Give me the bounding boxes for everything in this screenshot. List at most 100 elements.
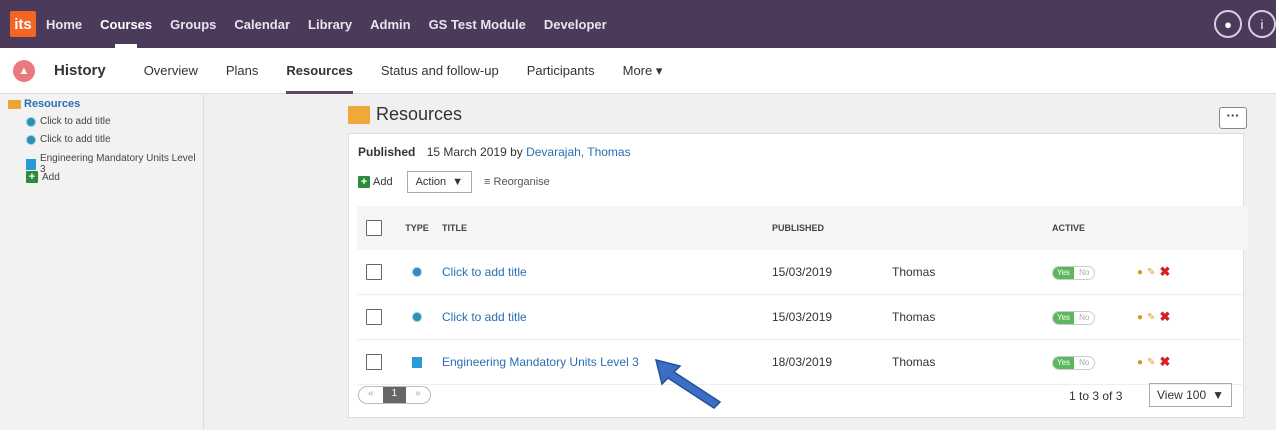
toolbar: + Add Action ▼ ≡ Reorganise [358, 171, 550, 193]
edit-icon[interactable]: ✎ [1147, 357, 1155, 368]
lock-icon[interactable]: ● [1137, 267, 1143, 278]
tab-status-and-follow-up[interactable]: Status and follow-up [381, 48, 499, 94]
tab-overview[interactable]: Overview [144, 48, 198, 94]
top-nav: its Home Courses Groups Calendar Library… [0, 0, 1276, 48]
active-toggle[interactable]: Yes No [1052, 356, 1096, 370]
tab-plans[interactable]: Plans [226, 48, 259, 94]
edit-icon[interactable]: ✎ [1147, 267, 1155, 278]
row-user: Thomas [892, 355, 936, 369]
active-toggle[interactable]: Yes No [1052, 311, 1096, 325]
user-info-icon[interactable]: i [1248, 10, 1276, 38]
caret-down-icon: ▼ [1212, 388, 1225, 402]
more-options-button[interactable]: ··· [1219, 107, 1247, 129]
caret-down-icon: ▼ [452, 176, 464, 188]
tab-resources[interactable]: Resources [286, 48, 354, 94]
resource-icon [412, 267, 422, 277]
notification-bell-icon[interactable]: ● [1214, 10, 1242, 38]
row-checkbox[interactable] [366, 354, 382, 370]
resource-icon [26, 116, 36, 127]
page-title: Resources [376, 104, 463, 124]
row-published: 18/03/2019 [772, 355, 833, 369]
course-subnav: ▲ History Overview Plans Resources Statu… [0, 48, 1276, 94]
row-checkbox[interactable] [366, 264, 382, 280]
tree-add[interactable]: + Add [26, 171, 60, 183]
nav-library[interactable]: Library [308, 0, 352, 48]
toggle-yes: Yes [1053, 312, 1075, 324]
main-content: Resources ··· Published 15 March 2019 by… [205, 95, 1276, 430]
view-label: View 100 [1157, 388, 1207, 402]
delete-icon[interactable]: ✖ [1159, 264, 1170, 280]
tree-item[interactable]: Click to add title [26, 116, 111, 127]
tree-root-resources[interactable]: Resources [8, 98, 80, 110]
row-title[interactable]: Click to add title [442, 265, 772, 279]
course-icon: ▲ [13, 59, 35, 82]
col-published: PUBLISHED [772, 223, 825, 233]
tree-add-label: Add [42, 171, 60, 183]
folder-icon [348, 105, 370, 124]
tab-more[interactable]: More ▾ [623, 48, 663, 94]
lock-icon[interactable]: ● [1137, 357, 1143, 368]
row-title[interactable]: Click to add title [442, 310, 772, 324]
lock-icon[interactable]: ● [1137, 312, 1143, 323]
page-heading: Resources [348, 104, 462, 125]
table-row: Click to add title 15/03/2019 Thomas Yes… [357, 250, 1248, 295]
toggle-no: No [1074, 267, 1095, 279]
document-icon [26, 158, 36, 170]
app-logo[interactable]: its [10, 11, 36, 37]
tree-item-label: Engineering Mandatory Units Level 3 [39, 153, 196, 175]
toggle-no: No [1074, 357, 1095, 369]
row-user: Thomas [892, 265, 936, 279]
col-active: ACTIVE [1052, 223, 1086, 233]
tree-item[interactable]: Click to add title [26, 134, 111, 145]
row-published: 15/03/2019 [772, 310, 833, 324]
view-count-dropdown[interactable]: View 100 ▼ [1149, 383, 1233, 407]
published-label: Published [358, 145, 416, 159]
reorganise-label: Reorganise [493, 176, 550, 188]
document-icon [412, 356, 422, 368]
toggle-yes: Yes [1053, 357, 1075, 369]
plus-icon: + [26, 171, 38, 183]
delete-icon[interactable]: ✖ [1159, 309, 1170, 325]
annotation-arrow-icon [654, 358, 722, 409]
reorganise-button[interactable]: ≡ Reorganise [484, 176, 550, 188]
pager-prev[interactable]: « [359, 387, 383, 403]
delete-icon[interactable]: ✖ [1159, 354, 1170, 370]
nav-calendar[interactable]: Calendar [234, 0, 290, 48]
nav-courses[interactable]: Courses [100, 0, 152, 48]
published-date: 15 March 2019 by [426, 145, 523, 159]
row-checkbox[interactable] [366, 309, 382, 325]
resources-panel: Published 15 March 2019 by Devarajah, Th… [348, 133, 1248, 418]
pager-page[interactable]: 1 [382, 387, 407, 403]
published-line: Published 15 March 2019 by Devarajah, Th… [358, 145, 631, 159]
nav-admin[interactable]: Admin [370, 0, 410, 48]
action-dropdown[interactable]: Action ▼ [406, 171, 473, 193]
tree-root-label: Resources [24, 98, 81, 110]
nav-developer[interactable]: Developer [544, 0, 607, 48]
tab-participants[interactable]: Participants [527, 48, 595, 94]
active-toggle[interactable]: Yes No [1052, 266, 1096, 280]
toggle-yes: Yes [1053, 267, 1075, 279]
tree-item-label: Click to add title [40, 134, 111, 145]
table-row: Click to add title 15/03/2019 Thomas Yes… [357, 295, 1248, 340]
select-all-checkbox[interactable] [366, 220, 382, 236]
result-count: 1 to 3 of 3 [1069, 389, 1123, 403]
published-author[interactable]: Devarajah, Thomas [526, 145, 631, 159]
pager-next[interactable]: » [406, 387, 430, 403]
resource-icon [412, 312, 422, 322]
action-label: Action [415, 176, 447, 188]
nav-groups[interactable]: Groups [170, 0, 216, 48]
plus-icon: + [358, 176, 370, 188]
table-header: TYPE TITLE PUBLISHED ACTIVE [357, 206, 1248, 250]
row-user: Thomas [892, 310, 936, 324]
course-title: History [54, 62, 106, 79]
resource-tree: Resources Click to add title Click to ad… [0, 95, 204, 430]
edit-icon[interactable]: ✎ [1147, 312, 1155, 323]
list-icon: ≡ [484, 176, 491, 188]
nav-home[interactable]: Home [46, 0, 82, 48]
toggle-no: No [1074, 312, 1095, 324]
nav-gs-test-module[interactable]: GS Test Module [429, 0, 526, 48]
row-published: 15/03/2019 [772, 265, 833, 279]
table-row: Engineering Mandatory Units Level 3 18/0… [357, 340, 1248, 385]
add-button[interactable]: + Add [358, 176, 393, 188]
resources-table: TYPE TITLE PUBLISHED ACTIVE Click to add… [357, 206, 1248, 385]
